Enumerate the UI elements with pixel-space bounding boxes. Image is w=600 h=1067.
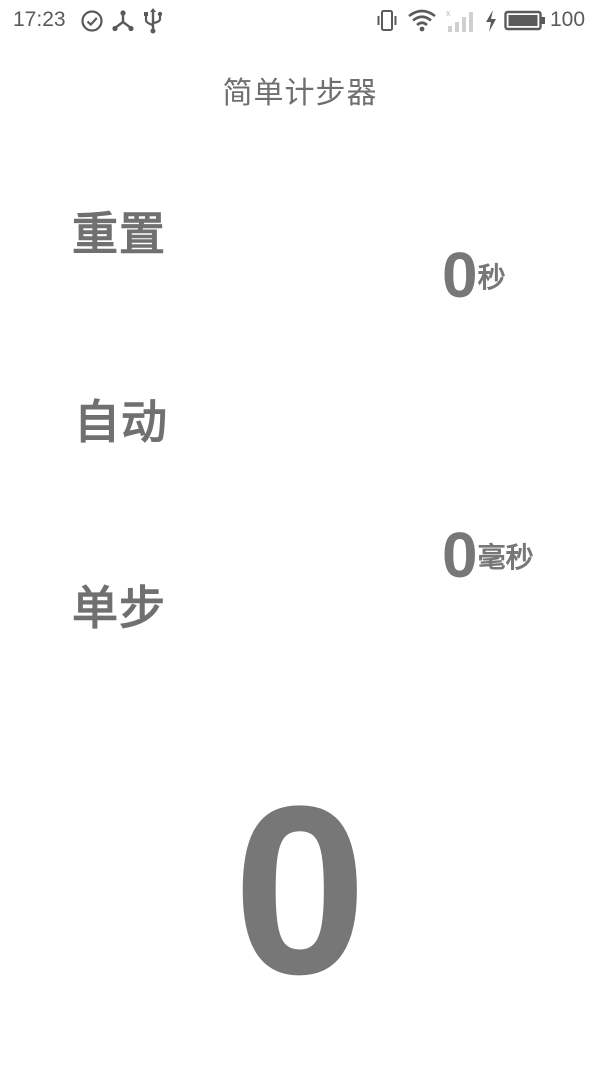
single-step-button[interactable]: 单步 [72, 572, 166, 638]
signal-icon: x [446, 8, 473, 32]
seconds-unit: 秒 [477, 261, 506, 294]
seconds-readout: 0秒 [442, 238, 506, 312]
seconds-value: 0 [442, 239, 478, 311]
share-icon [112, 10, 134, 32]
reset-button[interactable]: 重置 [72, 198, 166, 264]
status-time: 17:23 [13, 8, 66, 31]
step-counter: 0 [233, 756, 367, 1024]
page-title: 简单计步器 [222, 76, 378, 111]
auto-button[interactable]: 自动 [74, 386, 168, 452]
battery-icon [504, 10, 545, 31]
milliseconds-unit: 毫秒 [477, 541, 534, 574]
status-bar: 17:23 x 100 [0, 0, 600, 42]
battery-level: 100 [550, 8, 586, 31]
usb-icon [144, 8, 163, 34]
wifi-icon [408, 9, 436, 32]
svg-text:x: x [446, 8, 451, 18]
charging-icon [486, 10, 496, 32]
vibrate-icon [377, 10, 397, 31]
milliseconds-readout: 0毫秒 [442, 518, 534, 592]
check-circle-icon [81, 10, 103, 32]
milliseconds-value: 0 [442, 519, 478, 591]
